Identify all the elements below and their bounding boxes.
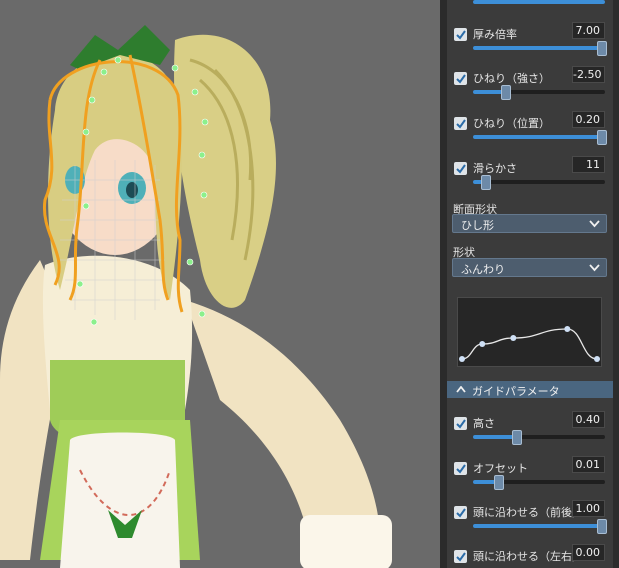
param-twist-position-checkbox[interactable] — [454, 117, 467, 130]
param-slider[interactable] — [473, 475, 605, 490]
param-slider[interactable] — [473, 519, 608, 534]
guide-height-checkbox[interactable] — [454, 417, 467, 430]
param-slider[interactable] — [473, 130, 608, 145]
3d-viewport[interactable] — [0, 0, 440, 568]
param-slider[interactable] — [473, 41, 608, 56]
guide-header-label: ガイドパラメータ — [472, 385, 560, 398]
param-thickness-checkbox[interactable] — [454, 28, 467, 41]
param-label: 高さ — [473, 417, 495, 430]
param-label: 頭に沿わせる（左右） — [473, 550, 583, 563]
curve-point[interactable] — [564, 326, 571, 332]
param-value-field[interactable]: 1.00 — [572, 500, 605, 517]
param-label: 頭に沿わせる（前後） — [473, 506, 583, 519]
chevron-down-icon — [589, 220, 600, 228]
guide-parameters-header[interactable]: ガイドパラメータ — [447, 381, 613, 398]
shape-curve-editor[interactable] — [457, 297, 602, 367]
param-slider[interactable] — [473, 85, 605, 100]
param-value-field[interactable]: 0.01 — [572, 456, 605, 473]
param-value-field[interactable]: 7.00 — [572, 22, 605, 39]
param-label: ひねり（位置） — [473, 117, 550, 130]
curve-graph[interactable] — [458, 298, 601, 366]
section-shape-select[interactable]: ひし形 — [452, 214, 607, 233]
guide-follow-left-right-checkbox[interactable] — [454, 550, 467, 563]
param-value-field[interactable]: -2.50 — [572, 66, 605, 83]
chevron-up-icon — [456, 386, 466, 393]
shape-select[interactable]: ふんわり — [452, 258, 607, 277]
apron — [60, 432, 180, 568]
param-value-field[interactable]: 0.20 — [572, 111, 605, 128]
param-smoothness-checkbox[interactable] — [454, 162, 467, 175]
param-slider[interactable] — [473, 430, 605, 445]
curve-point[interactable] — [510, 335, 517, 341]
shape-value: ふんわり — [461, 263, 505, 276]
guide-follow-front-back-checkbox[interactable] — [454, 506, 467, 519]
param-value-field[interactable]: 11 — [572, 156, 605, 173]
panel-divider[interactable] — [440, 0, 447, 568]
param-label: 滑らかさ — [473, 162, 517, 175]
character-render — [0, 25, 392, 568]
guide-offset-checkbox[interactable] — [454, 462, 467, 475]
param-value-field[interactable]: 0.00 — [572, 544, 605, 561]
param-value-field[interactable]: 0.40 — [572, 411, 605, 428]
panel-scrollbar[interactable] — [613, 0, 619, 568]
param-label: ひねり（強さ） — [473, 72, 550, 85]
curve-point[interactable] — [459, 356, 465, 362]
section-shape-value: ひし形 — [461, 219, 494, 232]
param-label: 厚み倍率 — [473, 28, 517, 41]
param-twist-strength-checkbox[interactable] — [454, 72, 467, 85]
curve-point[interactable] — [594, 356, 600, 362]
top-slider-track[interactable] — [473, 0, 605, 4]
chevron-down-icon — [589, 264, 600, 272]
ponytail-shape — [174, 34, 276, 308]
cuff — [300, 515, 392, 568]
right-sleeve — [185, 300, 380, 545]
param-slider[interactable] — [473, 175, 605, 190]
curve-point[interactable] — [479, 341, 486, 347]
param-label: オフセット — [473, 462, 528, 475]
property-panel: 厚み倍率 7.00 ひねり（強さ） -2.50 ひねり（位置） 0.20 滑らか… — [447, 0, 619, 568]
